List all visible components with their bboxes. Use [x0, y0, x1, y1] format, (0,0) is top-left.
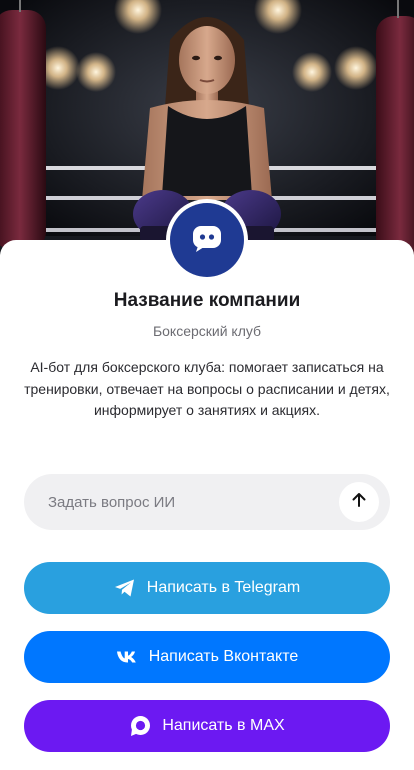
- telegram-button[interactable]: Написать в Telegram: [24, 562, 390, 614]
- vk-button-label: Написать Вконтакте: [148, 648, 299, 665]
- page: Название компании Боксерский клуб AI-бот…: [0, 0, 414, 770]
- ask-ai-box: [24, 474, 390, 530]
- vk-button[interactable]: Написать Вконтакте: [24, 631, 390, 683]
- max-button[interactable]: Написать в MAX: [24, 700, 390, 752]
- telegram-button-label: Написать в Telegram: [146, 579, 301, 596]
- avatar: [170, 203, 244, 277]
- company-type: Боксерский клуб: [152, 323, 262, 339]
- max-icon: [129, 715, 151, 737]
- company-name: Название компании: [113, 290, 301, 311]
- send-button[interactable]: [339, 482, 379, 522]
- ask-ai-input[interactable]: [24, 474, 324, 530]
- chat-bot-icon: [192, 223, 222, 258]
- max-button-label: Написать в MAX: [162, 717, 285, 734]
- arrow-up-icon: [350, 491, 368, 514]
- vk-icon: [116, 650, 138, 664]
- telegram-icon: [114, 578, 136, 598]
- company-description: AI-бот для боксерского клуба: помогает з…: [24, 359, 390, 418]
